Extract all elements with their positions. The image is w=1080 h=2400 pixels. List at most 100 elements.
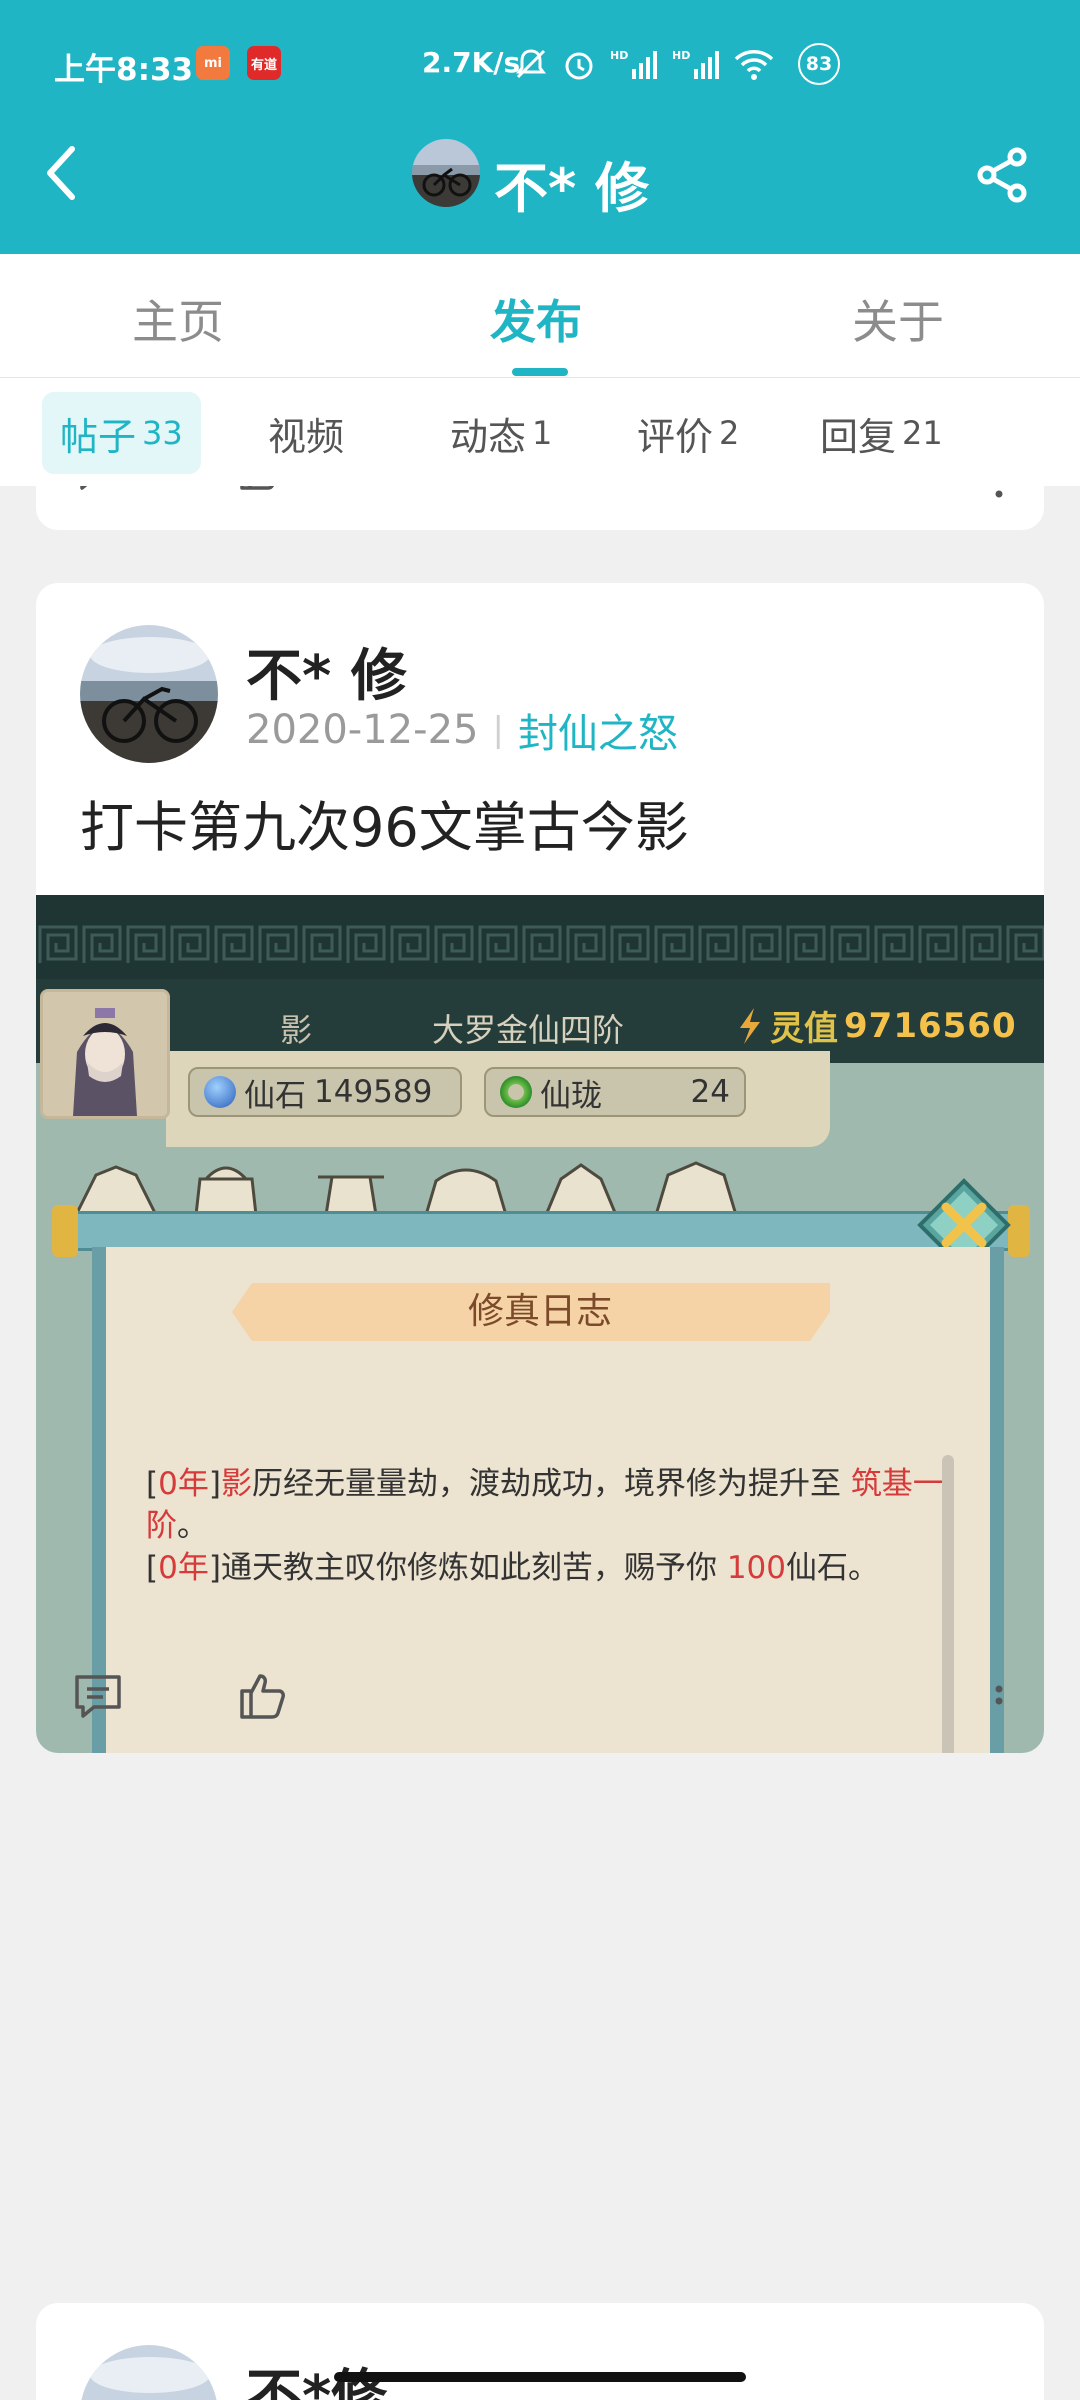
- post-date: 2020-12-25: [246, 707, 479, 753]
- like-icon: [240, 486, 275, 490]
- subtab-reviews[interactable]: 评价 2: [637, 404, 739, 462]
- main-tabs: 主页 发布 关于: [0, 254, 1080, 378]
- status-bar: 上午8:33 mi 有道 2.7K/s HD HD 83: [0, 0, 1080, 128]
- subtab-label: 帖子: [60, 414, 137, 459]
- ling-value: 灵值 9716560: [736, 1001, 1017, 1050]
- author-name[interactable]: 不* 修: [246, 631, 407, 712]
- post-card-next[interactable]: 不*修: [36, 2303, 1044, 2400]
- comment-button[interactable]: [72, 1671, 124, 1723]
- post-feed: 不* 修 2020-12-25 | 封仙之怒 打卡第九次96文掌古今影 影 大罗…: [0, 486, 1080, 2400]
- subtab-label: 视频: [268, 414, 345, 459]
- network-speed: 2.7K/s: [422, 46, 521, 79]
- game-link[interactable]: 封仙之怒: [518, 701, 678, 759]
- subtab-count: 2: [719, 414, 740, 452]
- xianshi-box: 仙石 149589: [188, 1067, 462, 1117]
- more-icon: [995, 1685, 1003, 1705]
- like-button[interactable]: [236, 1669, 290, 1723]
- log-text: 通天教主叹你修炼如此刻苦，赐予你: [220, 1550, 717, 1586]
- xianlong-left: 仙珑: [500, 1070, 602, 1115]
- scroll-rod: [56, 1211, 1022, 1251]
- svg-text:HD: HD: [610, 49, 628, 62]
- tab-home[interactable]: 主页: [132, 286, 224, 352]
- log-entries: [0年]影历经无量量劫，渡劫成功，境界修为提升至 筑基一阶。 [0年]通天教主叹…: [146, 1463, 966, 1589]
- player-realm: 大罗金仙四阶: [432, 1011, 625, 1049]
- top-bar: 上午8:33 mi 有道 2.7K/s HD HD 83 不* 修: [0, 0, 1080, 254]
- post-card[interactable]: 不* 修 2020-12-25 | 封仙之怒 打卡第九次96文掌古今影 影 大罗…: [36, 583, 1044, 1753]
- game-menu-icons: [73, 1161, 739, 1217]
- xianlong-value: 24: [690, 1074, 730, 1110]
- like-icon: [240, 1674, 285, 1719]
- subtab-count: 21: [902, 414, 943, 452]
- log-end: 。: [177, 1508, 208, 1544]
- signal-hd-icon-2: HD: [672, 49, 719, 79]
- active-tab-indicator: [512, 368, 568, 376]
- status-icons: HD HD 83: [514, 43, 840, 85]
- author-avatar[interactable]: [80, 625, 218, 763]
- log-title: 修真日志: [467, 1291, 612, 1332]
- xianshi-label: 仙石: [244, 1077, 306, 1114]
- subtab-count: 33: [142, 414, 183, 452]
- subtab-label: 回复: [820, 414, 897, 459]
- subtab-moments[interactable]: 动态 1: [450, 404, 552, 462]
- back-icon: [47, 146, 75, 200]
- share-button[interactable]: [970, 142, 1036, 208]
- log-amount: 100: [726, 1550, 786, 1586]
- xianlong-label: 仙珑: [540, 1077, 602, 1114]
- log-year: 0年: [158, 1466, 209, 1502]
- wifi-icon: [734, 50, 774, 80]
- post-title[interactable]: 打卡第九次96文掌古今影: [80, 783, 689, 862]
- xianlong-box: 仙珑 24: [484, 1067, 746, 1117]
- subtab-count: 1: [532, 414, 553, 452]
- jade-ring-icon: [500, 1076, 532, 1108]
- more-button[interactable]: [984, 1677, 1014, 1717]
- more-button[interactable]: [984, 486, 1014, 502]
- log-scrollbar[interactable]: [942, 1455, 954, 1753]
- comment-button[interactable]: [72, 486, 120, 494]
- ling-number: 9716560: [844, 1005, 1017, 1046]
- subtab-label: 评价: [637, 414, 714, 459]
- subtab-label: 动态: [450, 414, 527, 459]
- sub-tabs: 帖子 33 视频 动态 1 评价 2 回复 21: [0, 378, 1080, 486]
- meta-divider: |: [492, 710, 504, 750]
- svg-text:HD: HD: [672, 49, 690, 62]
- post-card-previous[interactable]: [36, 486, 1044, 530]
- header-title: 不* 修: [494, 157, 650, 220]
- header-avatar[interactable]: [412, 139, 480, 207]
- mi-app-icon: mi: [196, 46, 230, 80]
- log-player: 影: [220, 1466, 252, 1502]
- mute-icon: [516, 49, 546, 79]
- lightning-icon: [740, 1007, 760, 1044]
- back-button[interactable]: [36, 140, 86, 206]
- post-image[interactable]: 影 大罗金仙四阶 灵值 9716560 仙石 149589 仙珑 24 修真日志…: [36, 895, 1044, 1753]
- rod-cap-left: [52, 1205, 78, 1257]
- home-indicator[interactable]: [334, 2372, 746, 2382]
- log-line: [0年]通天教主叹你修炼如此刻苦，赐予你 100仙石。: [146, 1550, 879, 1586]
- log-text: 仙石。: [785, 1550, 879, 1586]
- blue-gem-icon: [204, 1076, 236, 1108]
- log-text: 历经无量量劫，渡劫成功，境界修为提升至: [251, 1466, 841, 1502]
- like-button[interactable]: [236, 486, 284, 494]
- character-portrait: [40, 989, 170, 1119]
- signal-hd-icon: HD: [610, 49, 657, 79]
- youdao-app-icon: 有道: [247, 46, 281, 80]
- author-avatar[interactable]: [80, 2345, 218, 2400]
- more-icon: [995, 490, 1003, 498]
- subtab-posts[interactable]: 帖子 33: [42, 392, 201, 474]
- comment-icon: [75, 1675, 121, 1718]
- share-icon: [977, 147, 1027, 203]
- battery-indicator: 83: [798, 43, 840, 85]
- post-meta: 2020-12-25 | 封仙之怒: [246, 701, 678, 759]
- status-time: 上午8:33: [54, 52, 194, 88]
- tab-about[interactable]: 关于: [852, 286, 944, 352]
- tab-publish[interactable]: 发布: [490, 286, 582, 352]
- comment-icon: [80, 486, 88, 490]
- subtab-videos[interactable]: 视频: [268, 404, 344, 462]
- player-name: 影: [280, 1011, 313, 1049]
- greek-key-border: [36, 923, 1044, 967]
- subtab-replies[interactable]: 回复 21: [820, 404, 943, 462]
- alarm-icon: [565, 52, 593, 80]
- log-line: [0年]影历经无量量劫，渡劫成功，境界修为提升至 筑基一阶。: [146, 1466, 944, 1544]
- ling-label: 灵值: [770, 1009, 838, 1049]
- log-year: 0年: [158, 1550, 209, 1586]
- xianshi-value: 149589: [314, 1074, 433, 1110]
